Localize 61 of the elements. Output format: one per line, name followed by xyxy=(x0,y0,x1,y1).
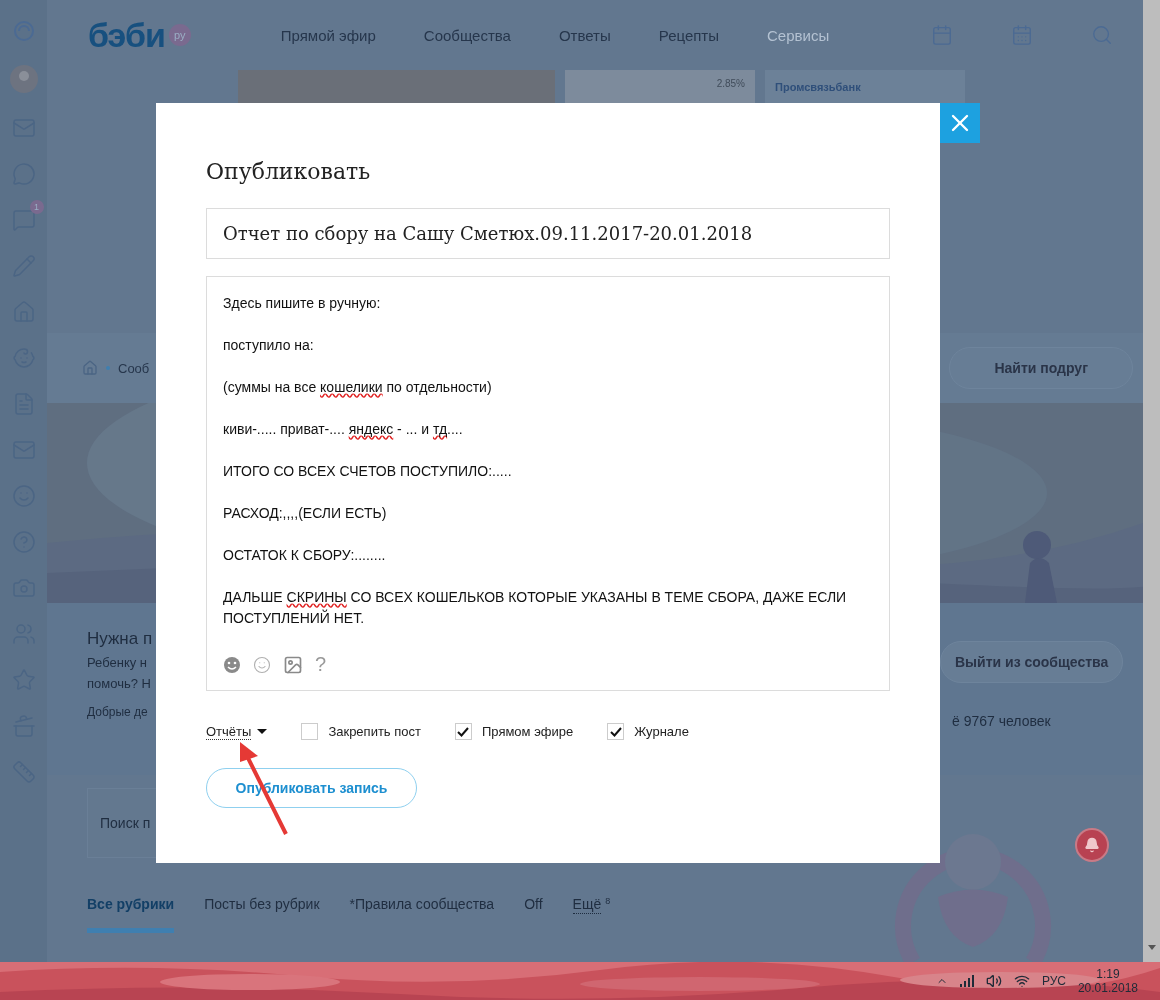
community-category: Добрые де xyxy=(87,705,149,719)
clock-date[interactable]: 20.01.2018 xyxy=(1077,981,1138,995)
close-button[interactable] xyxy=(940,103,980,143)
site-logo[interactable]: бэби xyxy=(88,15,165,55)
help-button[interactable]: ? xyxy=(315,653,327,676)
more-tab[interactable]: Ещё xyxy=(572,896,602,914)
notification-bell-button[interactable] xyxy=(1075,828,1109,862)
editor-paragraph: ДАЛЬШЕ СКРИНЫ СО ВСЕХ КОШЕЛЬКОВ КОТОРЫЕ УКАЗАНЫ В ТЕМЕ СБОРА, ДАЖЕ ЕСЛИ ПОСТУПЛЕНИЙ НЕТ. xyxy=(223,588,848,628)
community-title: Нужна п xyxy=(87,629,153,649)
checkbox[interactable] xyxy=(301,723,319,740)
nav-link[interactable]: Рецепты xyxy=(658,26,719,44)
editor-paragraph: ОСТАТОК К СБОРУ:........ xyxy=(223,546,387,565)
checkbox-label: Закрепить пост xyxy=(328,724,421,739)
members-count: ё 9767 человек xyxy=(951,713,1051,729)
nav-link[interactable]: Ответы xyxy=(558,26,611,44)
rubric-tab[interactable]: Все рубрики xyxy=(87,896,175,933)
notification-badge: 1 xyxy=(29,200,44,214)
checkbox[interactable] xyxy=(607,723,625,740)
rubric-tab[interactable]: Посты без рубрик xyxy=(204,896,320,933)
clock-time[interactable]: 1:19 xyxy=(1096,967,1120,981)
network-icon[interactable] xyxy=(1013,973,1030,989)
title-field[interactable]: Отчет по сбору на Сашу Сметюх.09.11.2017-20.01.2018 xyxy=(206,208,890,259)
community-description: помочь? Н xyxy=(87,676,152,691)
separator-dot xyxy=(106,366,110,370)
find-friends-button[interactable]: Найти подруг xyxy=(949,347,1133,389)
signal-icon[interactable] xyxy=(959,975,974,987)
checkbox[interactable] xyxy=(454,723,472,740)
editor-paragraph: (суммы на все кошелики по отдельности) xyxy=(223,378,493,397)
nav-link[interactable]: Сообщества xyxy=(423,26,511,44)
calendar-icon[interactable] xyxy=(931,24,953,46)
language-indicator[interactable]: РУС xyxy=(1041,974,1066,988)
rubric-dropdown[interactable]: Отчёты xyxy=(206,723,268,740)
nav-link[interactable]: Прямой эфир xyxy=(280,26,376,44)
bell-icon xyxy=(1084,837,1100,853)
editor-paragraph: поступило на: xyxy=(223,336,315,355)
dialog-title: Опубликовать xyxy=(206,159,372,184)
more-count: 8 xyxy=(605,896,611,908)
editor-paragraph: Здесь пишите в ручную: xyxy=(223,294,382,313)
emoji-icon[interactable] xyxy=(223,655,241,674)
editor-field[interactable] xyxy=(206,276,890,691)
calendar-icon[interactable] xyxy=(1011,24,1033,46)
smiley-icon[interactable] xyxy=(253,655,271,674)
community-description: Ребенку н xyxy=(87,655,149,670)
rubric-tab[interactable]: *Правила сообщества xyxy=(349,896,495,933)
nav-link[interactable]: Сервисы xyxy=(767,26,830,44)
comment-icon[interactable] xyxy=(11,208,36,232)
leave-community-button[interactable]: Выйти из сообщества xyxy=(940,641,1124,683)
home-icon[interactable] xyxy=(82,360,98,376)
editor-paragraph: ИТОГО СО ВСЕХ СЧЕТОВ ПОСТУПИЛО:..... xyxy=(223,462,513,481)
search-icon[interactable] xyxy=(1091,24,1113,46)
editor-paragraph: киви-..... приват-.... яндекс - ... и тд.... xyxy=(223,420,464,439)
bank-name: Промсвязьбанк xyxy=(775,80,861,93)
image-icon[interactable] xyxy=(283,654,303,675)
checkbox-label: Журнале xyxy=(634,724,689,739)
avatar-icon[interactable] xyxy=(8,64,39,94)
logo-badge: ру xyxy=(168,24,191,46)
rubric-tab[interactable]: Off xyxy=(524,896,543,933)
speaker-icon[interactable] xyxy=(985,973,1002,989)
ad-rate: 2.85% xyxy=(716,78,745,89)
editor-paragraph: РАСХОД:,,,,(ЕСЛИ ЕСТЬ) xyxy=(223,504,388,523)
checkbox-label: Прямом эфире xyxy=(481,724,574,739)
